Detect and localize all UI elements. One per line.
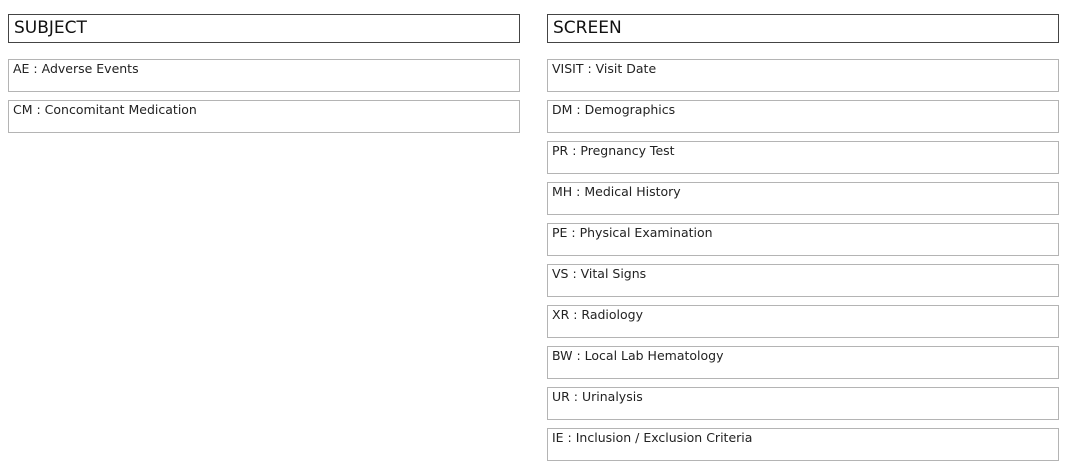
form-item-bw[interactable]: BW : Local Lab Hematology: [547, 346, 1059, 379]
subject-header: SUBJECT: [8, 14, 520, 43]
form-item-pr[interactable]: PR : Pregnancy Test: [547, 141, 1059, 174]
screen-column: SCREEN VISIT : Visit Date DM : Demograph…: [547, 14, 1059, 469]
form-item-vs[interactable]: VS : Vital Signs: [547, 264, 1059, 297]
screen-form-list: VISIT : Visit Date DM : Demographics PR …: [547, 59, 1059, 461]
form-item-ur[interactable]: UR : Urinalysis: [547, 387, 1059, 420]
form-item-ae[interactable]: AE : Adverse Events: [8, 59, 520, 92]
form-item-dm[interactable]: DM : Demographics: [547, 100, 1059, 133]
form-item-visit[interactable]: VISIT : Visit Date: [547, 59, 1059, 92]
subject-form-list: AE : Adverse Events CM : Concomitant Med…: [8, 59, 520, 133]
form-item-pe[interactable]: PE : Physical Examination: [547, 223, 1059, 256]
form-item-xr[interactable]: XR : Radiology: [547, 305, 1059, 338]
form-item-cm[interactable]: CM : Concomitant Medication: [8, 100, 520, 133]
screen-header: SCREEN: [547, 14, 1059, 43]
subject-column: SUBJECT AE : Adverse Events CM : Concomi…: [8, 14, 520, 141]
form-item-ie[interactable]: IE : Inclusion / Exclusion Criteria: [547, 428, 1059, 461]
form-item-mh[interactable]: MH : Medical History: [547, 182, 1059, 215]
